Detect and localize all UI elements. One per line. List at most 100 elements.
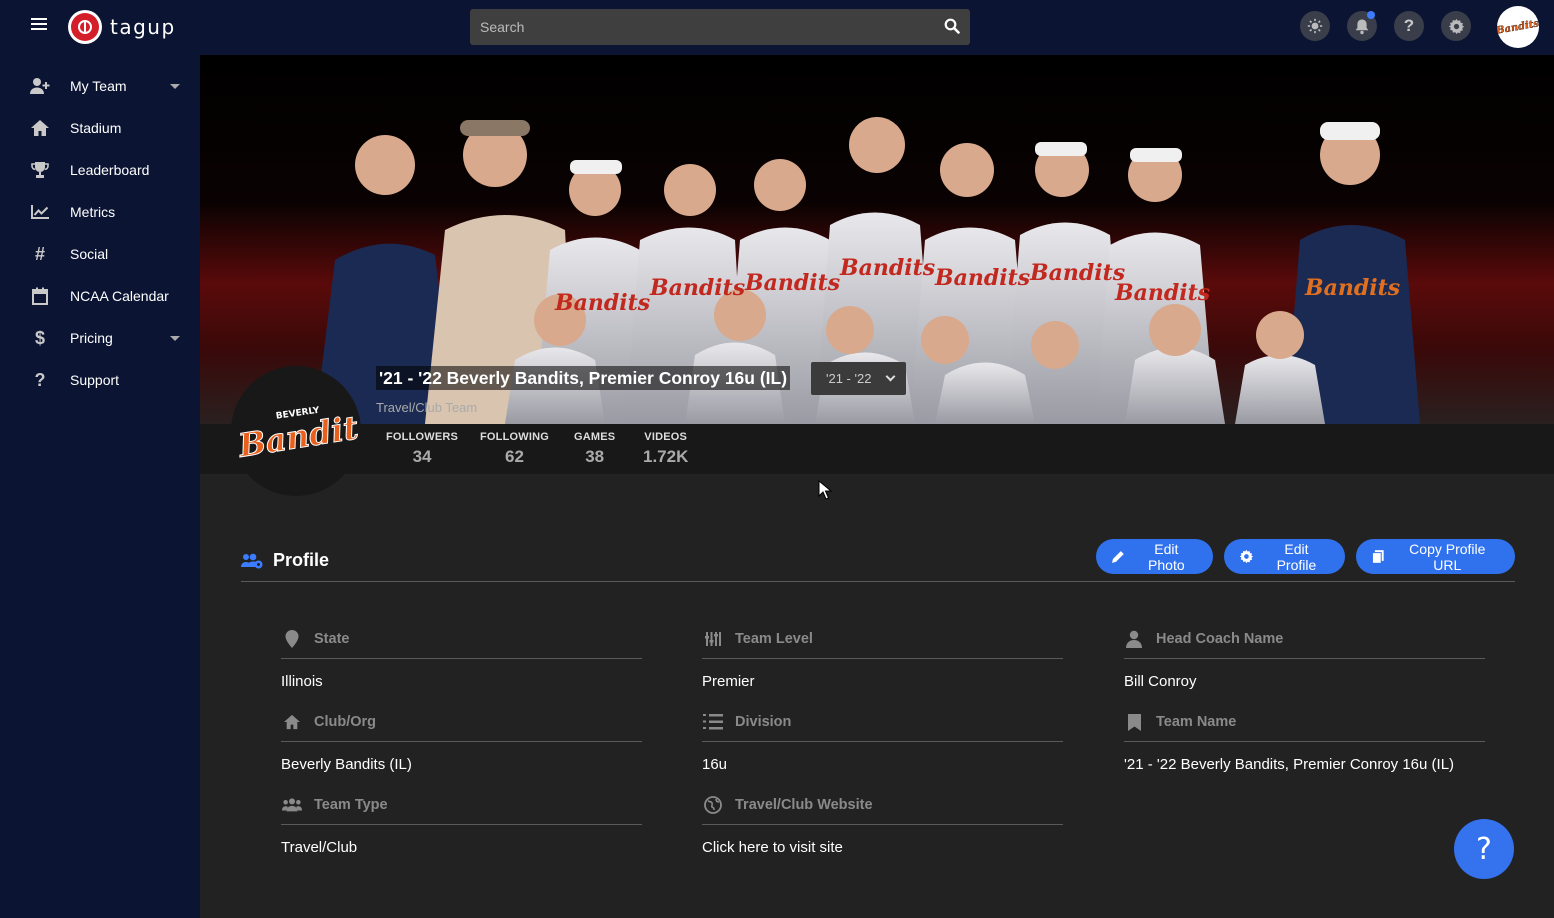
- season-select-value: '21 - '22: [826, 371, 872, 386]
- calendar-icon: [29, 285, 51, 307]
- field-divider: [1124, 741, 1485, 742]
- gear-icon[interactable]: [1441, 11, 1471, 41]
- stat-value: 34: [412, 447, 432, 466]
- search-input[interactable]: [470, 9, 930, 45]
- copy-profile-url-button[interactable]: Copy Profile URL: [1356, 539, 1515, 574]
- field-divider: [702, 658, 1063, 659]
- field-label-state: State: [282, 630, 349, 648]
- bell-icon[interactable]: [1347, 11, 1377, 41]
- field-label-website: Travel/Club Website: [703, 796, 873, 814]
- sidebar-item-label: Metrics: [70, 204, 116, 220]
- field-divider: [281, 824, 642, 825]
- svg-text:Bandits: Bandits: [1114, 280, 1210, 306]
- field-value-team-level: Premier: [702, 673, 755, 690]
- help-chat-button[interactable]: ?: [1454, 819, 1514, 879]
- sidebar-item-social[interactable]: # Social: [0, 233, 200, 275]
- stat-label: GAMES: [574, 431, 616, 443]
- sidebar-item-label: Stadium: [70, 120, 122, 136]
- brightness-icon[interactable]: [1300, 11, 1330, 41]
- profile-title: Profile: [273, 550, 330, 570]
- field-value-state: Illinois: [281, 673, 323, 690]
- field-value-team-type: Travel/Club: [281, 839, 358, 856]
- edit-profile-button[interactable]: Edit Profile: [1224, 539, 1345, 574]
- add-user-icon: [29, 75, 51, 97]
- stat-followers[interactable]: FOLLOWERS 34: [386, 431, 458, 467]
- field-divider: [281, 658, 642, 659]
- field-value-team-name: '21 - '22 Beverly Bandits, Premier Conro…: [1124, 756, 1455, 773]
- sliders-icon: [703, 630, 723, 648]
- sidebar-item-support[interactable]: ? Support: [0, 359, 200, 401]
- dollar-icon: $: [34, 327, 45, 348]
- hashtag-icon: #: [34, 243, 45, 264]
- field-divider: [281, 741, 642, 742]
- gear-icon: [1239, 549, 1254, 564]
- chevron-down-icon: [170, 335, 180, 341]
- field-label-team-level: Team Level: [703, 630, 813, 648]
- sidebar: My Team Stadium Leaderboard Metrics # So…: [0, 55, 200, 918]
- field-divider: [702, 741, 1063, 742]
- stat-videos[interactable]: VIDEOS 1.72K: [643, 431, 688, 467]
- users-cog-icon: [241, 553, 263, 568]
- chevron-down-icon: [170, 83, 180, 89]
- team-subtitle: Travel/Club Team: [376, 400, 478, 415]
- list-icon: [703, 713, 723, 731]
- menu-icon[interactable]: [31, 18, 47, 32]
- sidebar-item-label: Support: [70, 372, 120, 388]
- divider: [241, 581, 1515, 582]
- svg-text:Bandits: Bandits: [744, 270, 840, 296]
- field-value-division: 16u: [702, 756, 728, 773]
- search-icon[interactable]: [944, 18, 960, 34]
- sidebar-item-label: Pricing: [70, 330, 113, 346]
- trophy-icon: [29, 159, 51, 181]
- team-title: '21 - '22 Beverly Bandits, Premier Conro…: [376, 366, 791, 390]
- mouse-cursor-icon: [818, 480, 832, 500]
- sidebar-item-label: Leaderboard: [70, 162, 150, 178]
- tagup-logo-icon: [68, 10, 102, 44]
- sidebar-item-label: Social: [70, 246, 109, 262]
- sidebar-item-stadium[interactable]: Stadium: [0, 107, 200, 149]
- sidebar-item-metrics[interactable]: Metrics: [0, 191, 200, 233]
- question-icon: ?: [34, 369, 46, 390]
- sidebar-item-ncaa-calendar[interactable]: NCAA Calendar: [0, 275, 200, 317]
- edit-photo-button[interactable]: Edit Photo: [1096, 539, 1213, 574]
- bookmark-icon: [1124, 713, 1144, 731]
- stat-games[interactable]: GAMES 38: [574, 431, 615, 467]
- svg-text:Bandits: Bandits: [554, 290, 650, 316]
- svg-text:Bandits: Bandits: [1304, 275, 1400, 301]
- pencil-icon: [1111, 551, 1124, 563]
- visit-site-link[interactable]: Click here to visit site: [702, 839, 843, 856]
- help-icon[interactable]: ?: [1394, 11, 1424, 41]
- field-divider: [702, 824, 1063, 825]
- team-avatar[interactable]: BEVERLY Bandits: [231, 366, 361, 496]
- sidebar-item-label: My Team: [70, 78, 127, 94]
- field-label-division: Division: [703, 713, 791, 731]
- season-select[interactable]: '21 - '22: [811, 362, 906, 395]
- edit-profile-label: Edit Profile: [1276, 540, 1317, 573]
- field-label-team-name: Team Name: [1124, 713, 1236, 731]
- bandits-logo: BEVERLY Bandits: [234, 405, 358, 465]
- svg-text:Bandits: Bandits: [934, 265, 1030, 291]
- user-avatar[interactable]: Bandits: [1497, 6, 1539, 48]
- sidebar-item-pricing[interactable]: $ Pricing: [0, 317, 200, 359]
- notification-dot: [1367, 11, 1375, 19]
- field-divider: [1124, 658, 1485, 659]
- users-icon: [282, 796, 302, 814]
- stat-label: FOLLOWING: [480, 431, 550, 443]
- stat-value: 38: [585, 447, 605, 466]
- map-pin-icon: [282, 630, 302, 648]
- stat-following[interactable]: FOLLOWING 62: [480, 431, 549, 467]
- svg-text:Bandits: Bandits: [1029, 260, 1125, 286]
- sidebar-item-leaderboard[interactable]: Leaderboard: [0, 149, 200, 191]
- edit-photo-label: Edit Photo: [1148, 540, 1185, 573]
- stat-value: 62: [505, 447, 524, 466]
- sidebar-item-label: NCAA Calendar: [70, 288, 169, 304]
- sidebar-item-my-team[interactable]: My Team: [0, 65, 200, 107]
- chevron-down-icon: [885, 371, 896, 382]
- home-icon: [282, 713, 302, 731]
- field-label-club-org: Club/Org: [282, 713, 376, 731]
- field-label-team-type: Team Type: [282, 796, 388, 814]
- field-label-head-coach: Head Coach Name: [1124, 630, 1283, 648]
- field-value-head-coach: Bill Conroy: [1124, 673, 1197, 690]
- app-logo[interactable]: tagup: [68, 10, 176, 44]
- home-icon: [29, 117, 51, 139]
